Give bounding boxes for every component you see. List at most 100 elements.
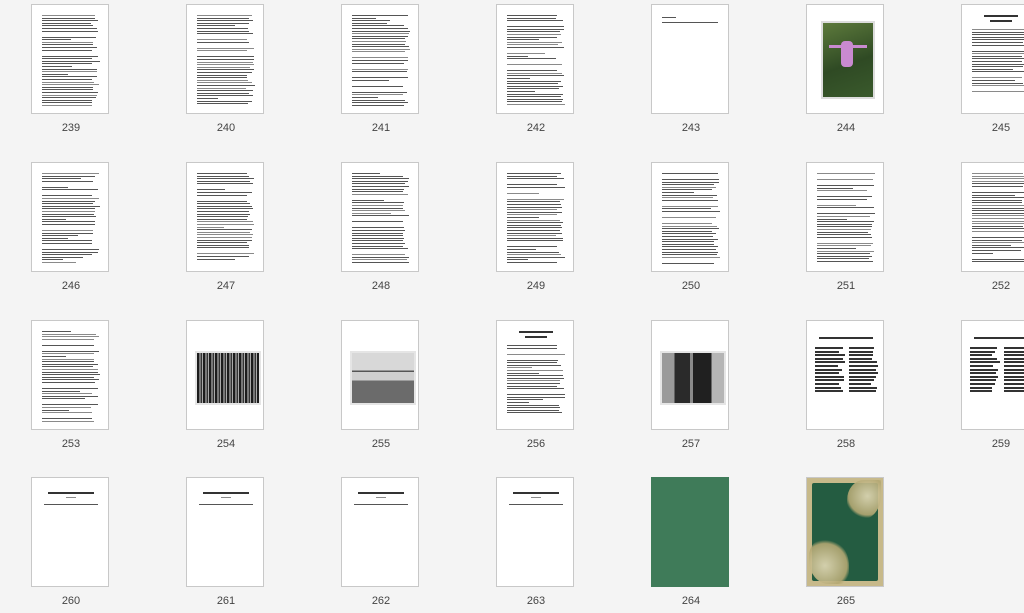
text-line — [1004, 372, 1024, 375]
text-line — [42, 366, 93, 368]
text-line — [42, 63, 92, 65]
page-thumbnail-262[interactable]: 262 — [341, 477, 421, 612]
text-line — [849, 347, 875, 349]
page-thumbnail-255[interactable]: 255 — [341, 320, 421, 455]
page-preview — [496, 320, 574, 430]
page-thumbnail-263[interactable]: 263 — [496, 477, 576, 612]
page-thumbnail-258[interactable]: 258 — [806, 320, 886, 455]
text-line — [972, 66, 1024, 68]
page-thumbnail-250[interactable]: 250 — [651, 162, 731, 297]
text-line — [352, 175, 403, 177]
text-line — [197, 77, 247, 79]
page-preview — [341, 162, 419, 272]
text-line — [358, 492, 404, 494]
text-line — [662, 197, 714, 199]
text-line — [1004, 347, 1024, 349]
text-line — [507, 214, 558, 216]
text-line — [507, 347, 558, 349]
text-line — [507, 93, 563, 95]
text-line — [507, 259, 528, 261]
page-thumbnail-249[interactable]: 249 — [496, 162, 576, 297]
page-thumbnail-246[interactable]: 246 — [31, 162, 111, 297]
text-line — [197, 87, 247, 89]
text-line — [525, 336, 547, 338]
text-line — [972, 42, 1023, 43]
page-thumbnail-259[interactable]: 259 — [961, 320, 1024, 455]
text-line — [352, 178, 409, 180]
text-line — [42, 175, 96, 177]
text-line — [42, 71, 97, 73]
page-thumbnail-257[interactable]: 257 — [651, 320, 731, 455]
text-line — [352, 46, 409, 48]
text-line — [507, 388, 564, 390]
page-thumbnail-241[interactable]: 241 — [341, 4, 421, 139]
text-line — [42, 44, 93, 46]
text-line — [42, 409, 70, 411]
text-line — [817, 196, 873, 198]
text-line — [507, 44, 559, 46]
text-line — [972, 215, 1024, 217]
page-thumbnail-254[interactable]: 254 — [186, 320, 266, 455]
text-line — [197, 72, 253, 73]
text-line — [352, 259, 408, 261]
text-line — [42, 254, 93, 256]
page-thumbnail-264[interactable]: 264 — [651, 477, 731, 612]
text-line — [42, 84, 99, 86]
text-line — [1004, 354, 1024, 357]
page-thumbnail-244[interactable]: 244 — [806, 4, 886, 139]
text-line — [352, 33, 410, 35]
page-thumbnail-243[interactable]: 243 — [651, 4, 731, 139]
page-thumbnail-252[interactable]: 252 — [961, 162, 1024, 297]
text-line — [197, 237, 252, 238]
page-number-label: 263 — [526, 595, 546, 607]
page-thumbnail-256[interactable]: 256 — [496, 320, 576, 455]
text-line — [42, 336, 100, 338]
text-line — [970, 347, 997, 349]
text-line — [972, 228, 1024, 230]
text-line — [972, 68, 1014, 70]
page-thumbnail-253[interactable]: 253 — [31, 320, 111, 455]
page-thumbnail-260[interactable]: 260 — [31, 477, 111, 612]
page-preview — [961, 320, 1024, 430]
text-line — [507, 246, 557, 248]
text-line — [817, 185, 875, 186]
text-line — [817, 253, 870, 255]
page-photo — [195, 351, 261, 405]
text-line — [507, 211, 562, 213]
page-thumbnail-242[interactable]: 242 — [496, 4, 576, 139]
text-line — [970, 365, 994, 367]
text-line — [972, 261, 1024, 263]
page-thumbnail-265[interactable]: 265 — [806, 477, 886, 612]
text-line — [849, 368, 876, 371]
text-line — [197, 213, 250, 215]
text-line — [197, 180, 251, 182]
text-line — [974, 337, 1024, 339]
text-line — [970, 357, 997, 360]
page-thumbnail-245[interactable]: 245 — [961, 4, 1024, 139]
page-thumbnail-251[interactable]: 251 — [806, 162, 886, 297]
text-line — [507, 101, 563, 103]
text-line — [970, 390, 993, 393]
text-line — [662, 199, 719, 201]
page-preview — [186, 320, 264, 430]
page-thumbnail-240[interactable]: 240 — [186, 4, 266, 139]
page-thumbnail-239[interactable]: 239 — [31, 4, 111, 139]
page-thumbnail-247[interactable]: 247 — [186, 162, 266, 297]
text-line — [352, 262, 410, 263]
text-line — [507, 201, 560, 203]
text-line — [42, 39, 72, 41]
text-line — [972, 186, 1024, 187]
text-line — [1004, 379, 1024, 382]
page-number-label: 244 — [836, 122, 856, 134]
text-line — [42, 418, 92, 420]
text-line — [42, 216, 97, 218]
text-line — [42, 338, 94, 340]
page-thumbnail-261[interactable]: 261 — [186, 477, 266, 612]
text-line — [197, 231, 251, 233]
text-line — [352, 183, 405, 185]
text-line — [42, 404, 99, 406]
text-line — [352, 186, 410, 187]
text-line — [817, 221, 875, 223]
text-line — [817, 223, 873, 225]
page-thumbnail-248[interactable]: 248 — [341, 162, 421, 297]
